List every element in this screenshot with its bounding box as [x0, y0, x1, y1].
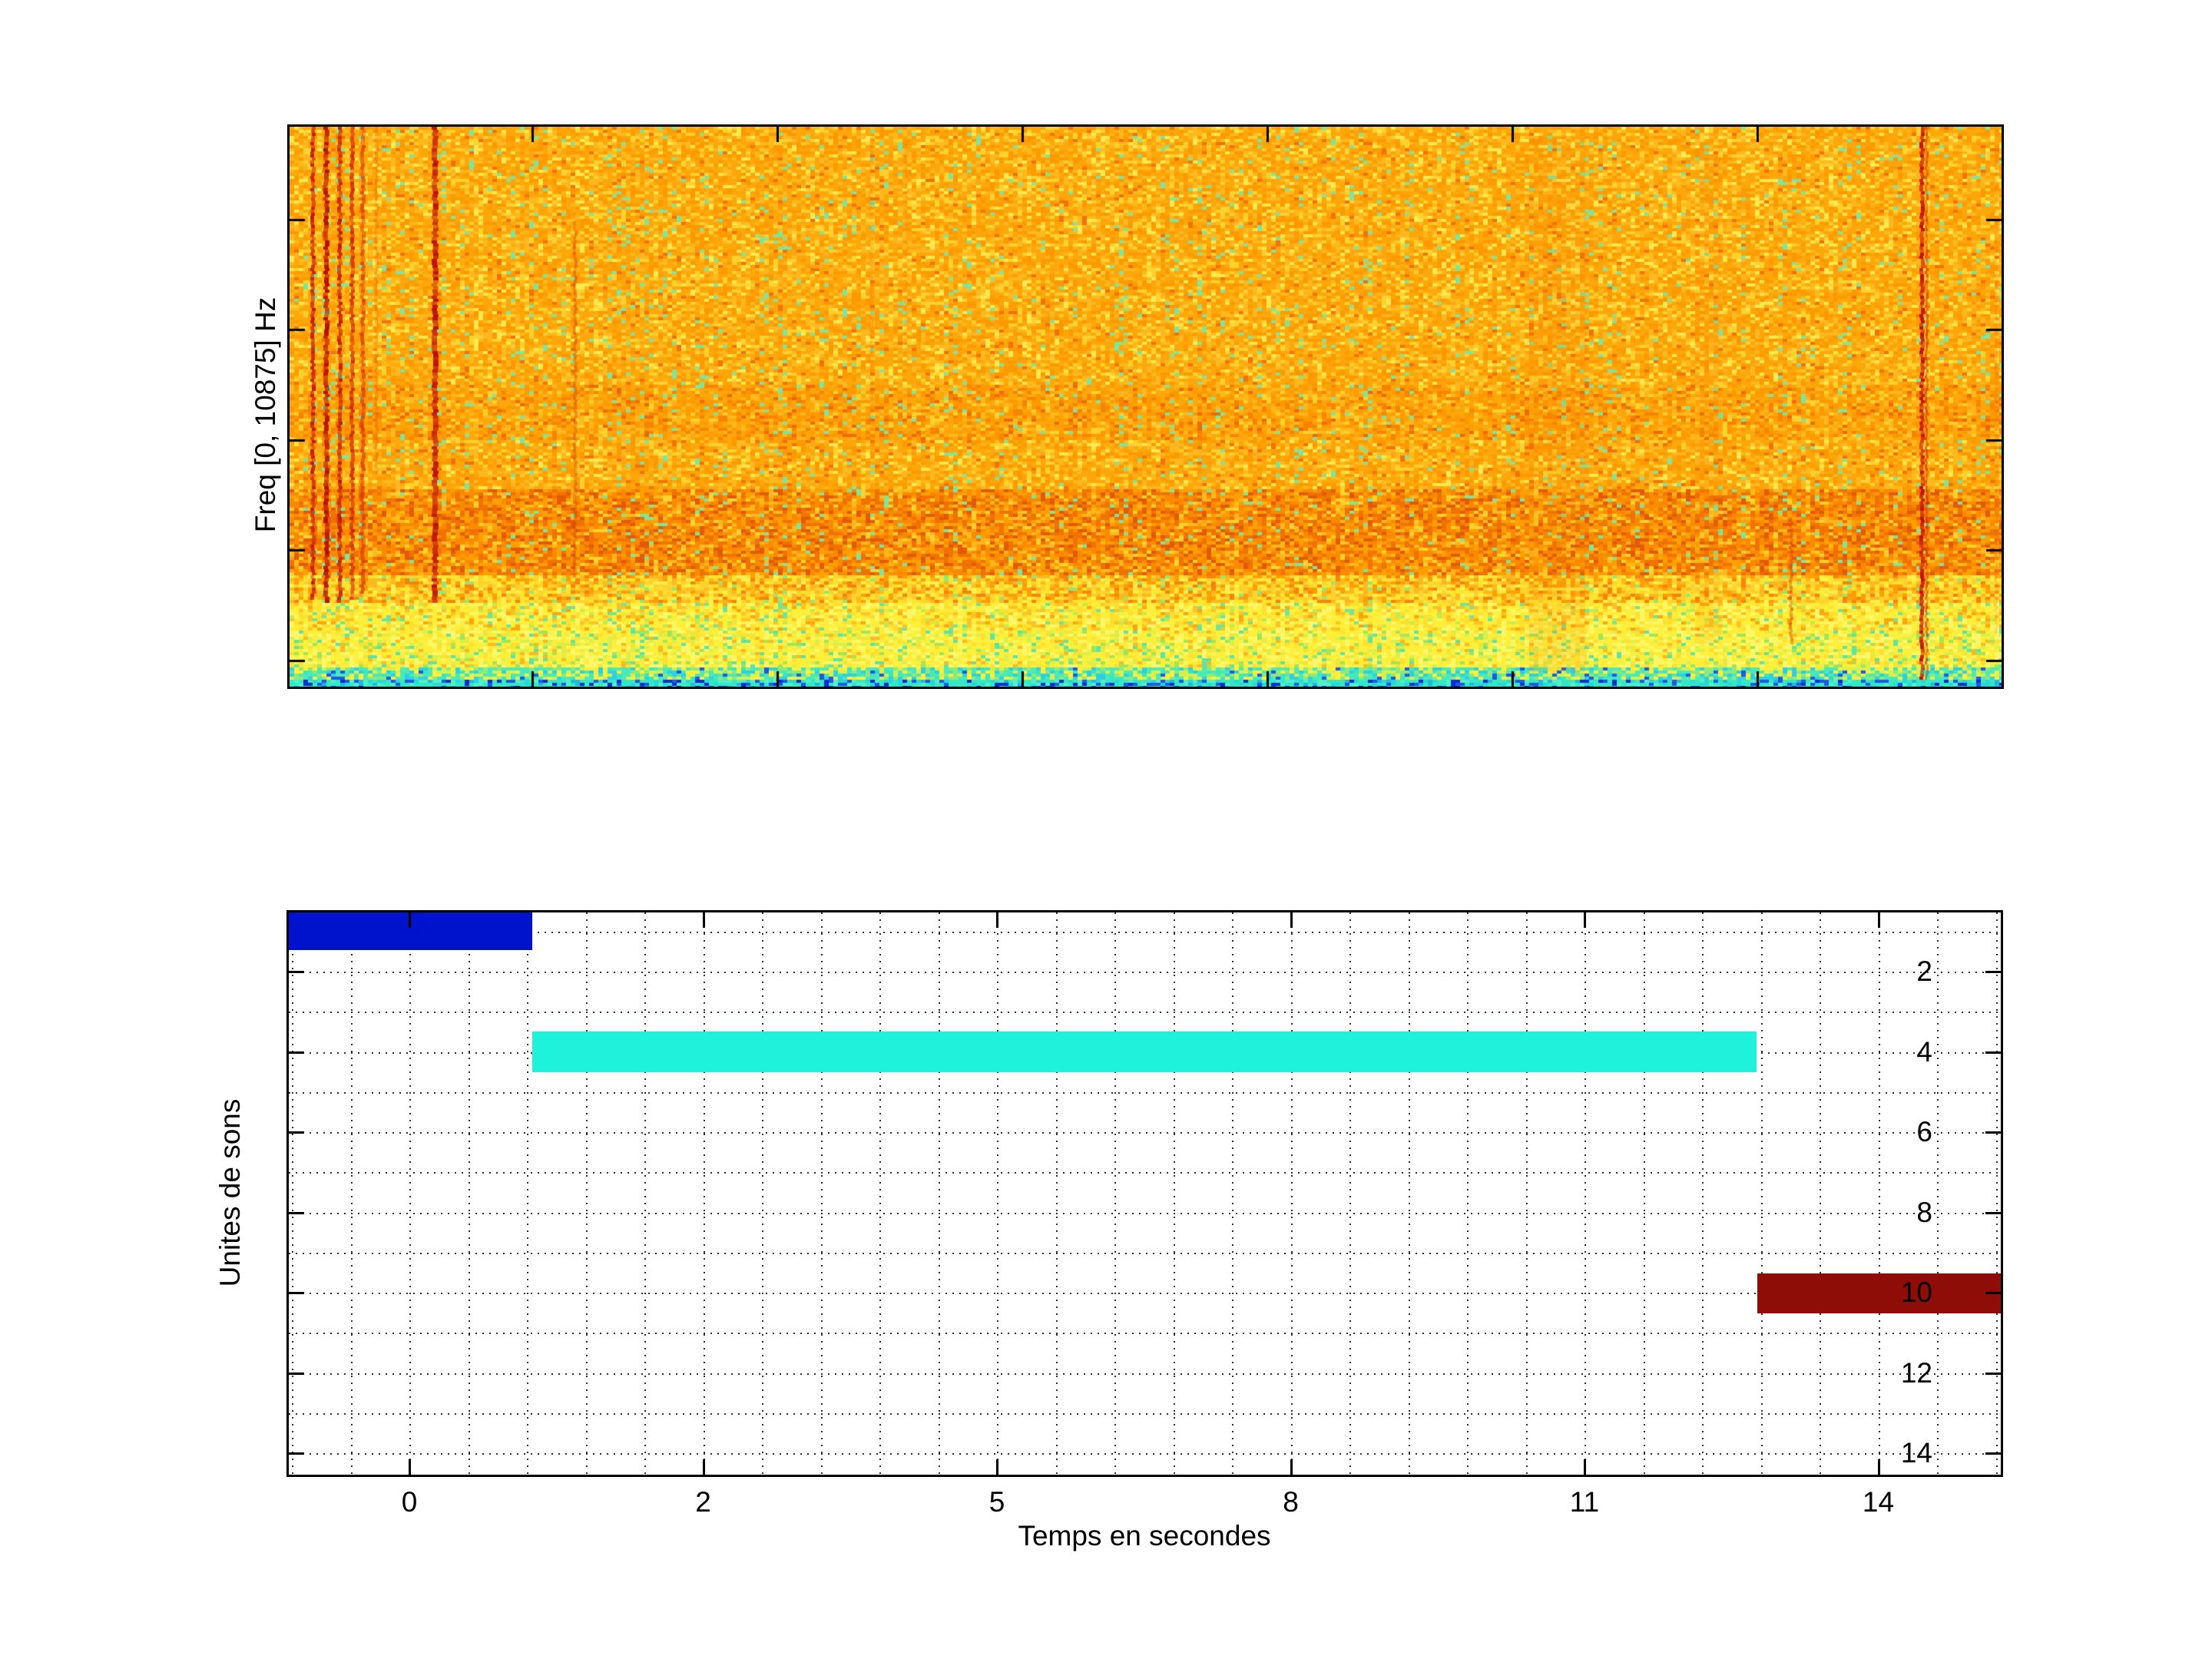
spectrogram-image	[290, 127, 2002, 687]
x-tick-label: 11	[1538, 1485, 1631, 1519]
axis-tick	[1985, 1452, 2001, 1455]
axis-tick	[1985, 1212, 2001, 1214]
axis-tick	[289, 971, 304, 973]
spectrogram-ylabel: Freq [0, 10875] Hz	[249, 108, 283, 722]
axis-tick	[1985, 1373, 2001, 1375]
x-tick-label: 2	[657, 1485, 750, 1519]
x-tick-label: 14	[1833, 1485, 1925, 1519]
axis-tick	[1584, 1459, 1586, 1475]
axis-tick	[703, 1459, 705, 1475]
y-tick-label: 10	[1863, 1276, 1932, 1310]
y-tick-label: 6	[1863, 1115, 1932, 1149]
y-tick-label: 14	[1863, 1436, 1932, 1470]
spectrogram-plot	[287, 124, 2004, 689]
x-tick-label: 5	[951, 1485, 1043, 1519]
axis-tick	[289, 1452, 304, 1455]
axis-tick	[996, 1459, 998, 1475]
axis-tick	[409, 912, 411, 928]
axis-tick	[289, 1131, 304, 1134]
figure-canvas: Freq [0, 10875] Hz Unites de sons Temps …	[0, 0, 2212, 1659]
axis-tick	[996, 912, 998, 928]
x-tick-label: 0	[363, 1485, 455, 1519]
axis-tick	[1985, 1131, 2001, 1134]
timeline-ticks-layer	[289, 912, 2001, 1475]
axis-tick	[289, 1051, 304, 1054]
y-tick-label: 2	[1863, 955, 1932, 988]
axis-tick	[289, 1373, 304, 1375]
x-tick-label: 8	[1245, 1485, 1337, 1519]
axis-tick	[289, 1212, 304, 1214]
y-tick-label: 12	[1863, 1356, 1932, 1390]
axis-tick	[1985, 1292, 2001, 1294]
axis-tick	[1985, 971, 2001, 973]
y-tick-label: 4	[1863, 1035, 1932, 1069]
axis-tick	[409, 1459, 411, 1475]
axis-tick	[1878, 912, 1880, 928]
axis-tick	[1290, 1459, 1293, 1475]
axis-tick	[1290, 912, 1293, 928]
axis-tick	[703, 912, 705, 928]
timeline-xlabel: Temps en secondes	[837, 1519, 1452, 1553]
timeline-ylabel: Unites de sons	[214, 886, 247, 1500]
y-tick-label: 8	[1863, 1196, 1932, 1230]
timeline-plot	[286, 910, 2003, 1477]
axis-tick	[1584, 912, 1586, 928]
axis-tick	[1985, 1051, 2001, 1054]
axis-tick	[289, 1292, 304, 1294]
